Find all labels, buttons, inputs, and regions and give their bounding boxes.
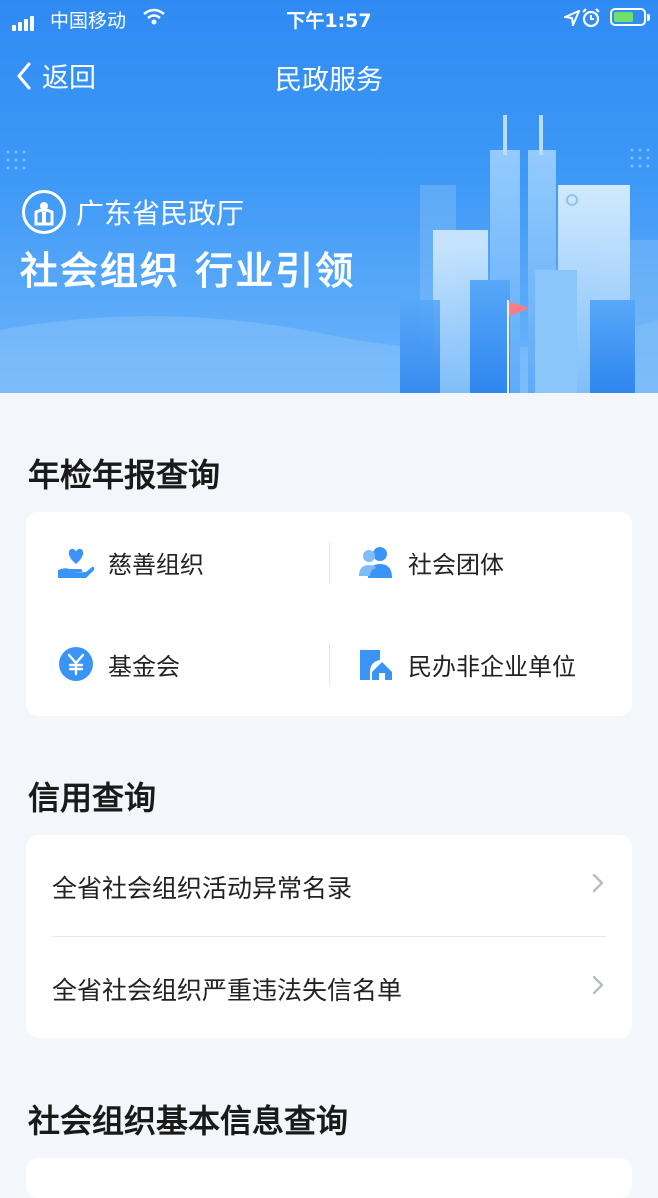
- list-item-abnormal-list[interactable]: 全省社会组织活动异常名录: [26, 835, 632, 935]
- header-banner: 中国移动 下午1:57 返回 民政服务 广东省民政厅 社会组织 行业引领: [0, 0, 658, 393]
- basic-info-card: [26, 1158, 632, 1198]
- section-title-basic-info: 社会组织基本信息查询: [28, 1102, 349, 1140]
- yuan-coin-icon: [56, 644, 96, 684]
- section-title-credit: 信用查询: [28, 779, 157, 817]
- banner-slogan: 社会组织 行业引领: [20, 249, 356, 293]
- location-arrow-icon: [564, 10, 580, 26]
- page-title: 民政服务: [275, 65, 383, 96]
- org-name: 广东省民政厅: [76, 197, 245, 230]
- list-item-blacklist[interactable]: 全省社会组织严重违法失信名单: [26, 937, 632, 1037]
- section-title-annual: 年检年报查询: [28, 456, 221, 494]
- chevron-right-icon: [592, 873, 604, 893]
- list-item-label: 全省社会组织活动异常名录: [52, 874, 353, 903]
- building-icon: [356, 644, 396, 684]
- grid-item-label: 基金会: [108, 652, 180, 681]
- credit-list-card: 全省社会组织活动异常名录 全省社会组织严重违法失信名单: [26, 835, 632, 1038]
- grid-item-foundation[interactable]: 基金会: [56, 644, 180, 684]
- people-icon: [356, 542, 396, 582]
- chevron-right-icon: [592, 975, 604, 995]
- nav-bar: 返回 民政服务: [0, 48, 658, 104]
- grid-item-private-nonenterprise[interactable]: 民办非企业单位: [356, 644, 576, 684]
- status-time: 下午1:57: [286, 10, 372, 32]
- alarm-icon: [582, 8, 600, 28]
- list-item-label: 全省社会组织严重违法失信名单: [52, 976, 403, 1005]
- status-bar: 中国移动 下午1:57: [0, 0, 658, 38]
- grid-item-charity[interactable]: 慈善组织: [56, 542, 204, 582]
- civil-affairs-emblem-icon: [22, 190, 66, 234]
- grid-item-label: 民办非企业单位: [408, 652, 576, 681]
- battery-icon: [610, 8, 646, 26]
- org-header: 广东省民政厅: [22, 190, 244, 234]
- grid-item-social-group[interactable]: 社会团体: [356, 542, 504, 582]
- heart-hand-icon: [56, 542, 96, 582]
- grid-item-label: 社会团体: [408, 550, 504, 579]
- grid-item-label: 慈善组织: [108, 550, 204, 579]
- annual-grid-card: 慈善组织 社会团体 基金会 民办非企业单位: [26, 512, 632, 716]
